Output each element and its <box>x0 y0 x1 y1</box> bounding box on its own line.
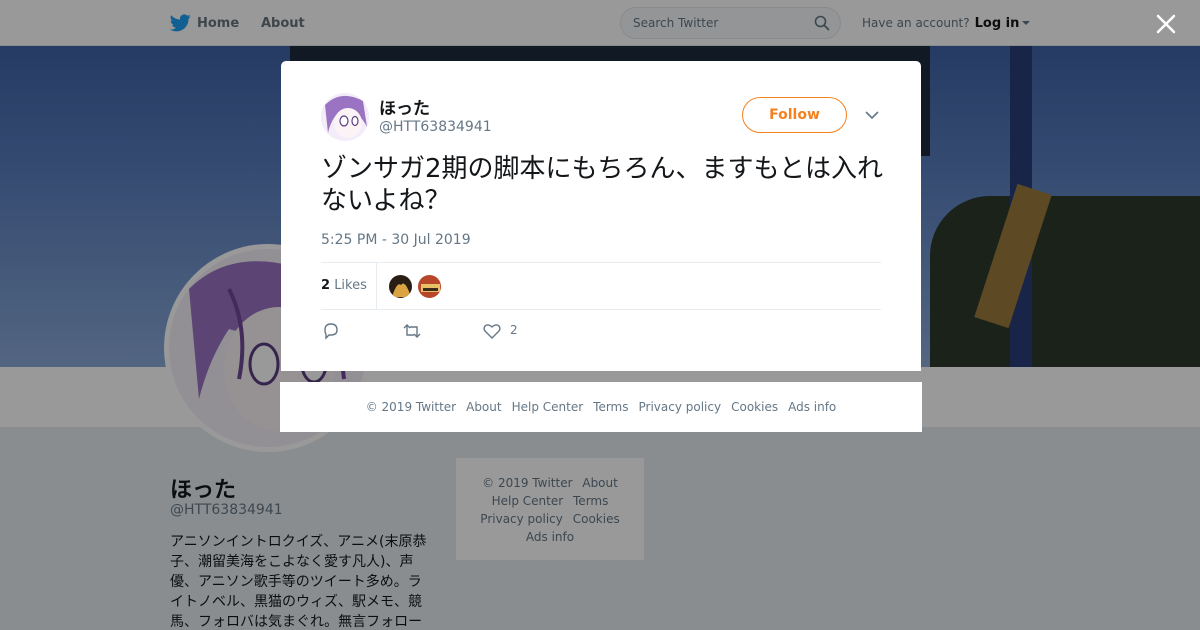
likes-number: 2 <box>321 278 331 293</box>
modal-footer: © 2019 Twitter About Help Center Terms P… <box>280 382 922 432</box>
likes-stat[interactable]: 2 Likes <box>321 278 367 293</box>
footer-privacy-link[interactable]: Privacy policy <box>639 400 722 414</box>
tweet-text: ゾンサガ2期の脚本にもちろん、ますもとは入れないよね？ <box>321 154 884 216</box>
avatar-illustration <box>325 95 367 138</box>
liker-avatar[interactable] <box>417 274 442 299</box>
tweet-author-handle[interactable]: @HTT63834941 <box>379 119 492 135</box>
tweet-author-avatar[interactable] <box>321 93 369 141</box>
follow-button[interactable]: Follow <box>742 97 847 133</box>
tweet-modal: ほった @HTT63834941 Follow ゾンサガ2期の脚本にもちろん、ま… <box>281 61 921 371</box>
tweet-author-name[interactable]: ほった <box>379 94 430 119</box>
footer-cookies-link[interactable]: Cookies <box>731 400 778 414</box>
chevron-down-icon[interactable] <box>865 110 879 120</box>
footer-help-link[interactable]: Help Center <box>512 400 584 414</box>
likes-label: Likes <box>334 278 367 293</box>
tweet-actions: 2 <box>321 319 621 343</box>
reply-icon[interactable] <box>321 321 341 341</box>
liker-avatar[interactable] <box>388 274 413 299</box>
tweet-timestamp[interactable]: 5:25 PM - 30 Jul 2019 <box>321 232 471 248</box>
footer-ads-link[interactable]: Ads info <box>788 400 836 414</box>
heart-icon[interactable] <box>482 321 502 341</box>
stats-divider <box>376 263 377 309</box>
like-count: 2 <box>510 323 518 337</box>
footer-terms-link[interactable]: Terms <box>593 400 628 414</box>
close-icon[interactable] <box>1154 12 1178 36</box>
retweet-icon[interactable] <box>402 321 422 341</box>
footer-copyright: © 2019 Twitter <box>365 400 457 414</box>
footer-about-link[interactable]: About <box>466 400 501 414</box>
tweet-stats: 2 Likes <box>321 262 881 310</box>
